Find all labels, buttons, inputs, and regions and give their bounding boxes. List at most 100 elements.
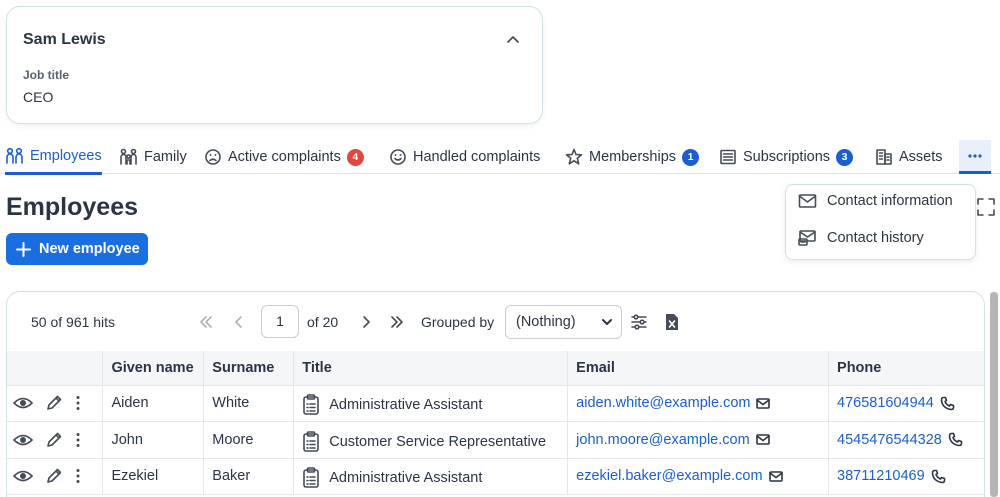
tab-subscriptions[interactable]: Subscriptions 3 (719, 140, 854, 174)
title-cell: Administrative Assistant (293, 385, 569, 422)
tab-family[interactable]: Family (119, 140, 187, 174)
title-cell: Customer Service Representative (293, 421, 569, 459)
group-by-select[interactable]: (Nothing) (505, 305, 622, 339)
tab-label: Memberships (589, 149, 677, 165)
phone-icon[interactable] (940, 396, 955, 411)
more-vertical-icon[interactable] (75, 395, 81, 411)
table-row[interactable]: Ezekiel Baker Administrative Assistant e… (7, 458, 984, 495)
chevron-down-icon (601, 316, 613, 328)
title-text: Customer Service Representative (329, 433, 547, 450)
phone-link[interactable]: 4545476544328 (837, 432, 942, 448)
phone-cell: 4545476544328 (828, 421, 984, 459)
tab-assets[interactable]: Assets (875, 140, 943, 174)
row-actions (7, 458, 104, 495)
column-header-title[interactable]: Title (293, 351, 569, 386)
edit-pencil-icon[interactable] (45, 467, 63, 485)
given-name-cell: Ezekiel (102, 458, 205, 495)
column-header-phone[interactable]: Phone (828, 351, 984, 386)
view-eye-icon[interactable] (13, 433, 33, 447)
title-cell: Administrative Assistant (293, 458, 569, 495)
next-page-icon[interactable] (358, 314, 374, 330)
phone-cell: 38711210469 (828, 458, 984, 495)
subscriptions-count-badge: 3 (836, 148, 854, 166)
surname-cell: Baker (203, 458, 295, 495)
email-link[interactable]: john.moore@example.com (576, 432, 750, 448)
employees-table: Given name Surname Title Email Phone Aid… (7, 351, 984, 495)
phone-icon[interactable] (931, 469, 946, 484)
job-title-value: CEO (23, 89, 54, 105)
tab-active-complaints[interactable]: Active complaints 4 (204, 140, 364, 174)
envelope-icon (798, 193, 817, 209)
newspaper-icon (719, 148, 737, 166)
menu-item-contact-history[interactable]: Contact history (798, 229, 924, 247)
ellipsis-icon (967, 153, 983, 159)
edit-pencil-icon[interactable] (45, 394, 63, 412)
row-actions (7, 385, 104, 422)
email-cell: john.moore@example.com (567, 421, 830, 459)
more-vertical-icon[interactable] (75, 432, 81, 448)
last-page-icon[interactable] (389, 314, 405, 330)
family-icon (119, 148, 138, 166)
total-pages: of 20 (307, 314, 339, 330)
surname-cell: Moore (203, 421, 295, 459)
email-cell: aiden.white@example.com (567, 385, 830, 422)
phone-link[interactable]: 476581604944 (837, 395, 934, 411)
view-eye-icon[interactable] (13, 396, 33, 410)
profile-card: Sam Lewis Job title CEO (6, 6, 543, 124)
tab-handled-complaints[interactable]: Handled complaints (389, 140, 540, 174)
chevron-up-icon[interactable] (506, 33, 520, 47)
envelope-icon[interactable] (768, 470, 783, 482)
fullscreen-icon[interactable] (976, 197, 996, 217)
grouped-by-label: Grouped by (421, 314, 495, 330)
tab-bar: Employees Family Active complaints 4 Han… (0, 140, 1000, 175)
title-text: Administrative Assistant (329, 470, 483, 487)
envelope-icon[interactable] (755, 434, 770, 446)
hits-count: 50 of 961 hits (31, 314, 116, 330)
actions-column-header (7, 351, 104, 386)
tab-memberships[interactable]: Memberships 1 (565, 140, 700, 174)
new-employee-label: New employee (39, 241, 140, 257)
table-row[interactable]: Aiden White Administrative Assistant aid… (7, 385, 984, 422)
edit-pencil-icon[interactable] (45, 431, 63, 449)
previous-page-icon[interactable] (231, 314, 247, 330)
menu-item-label: Contact history (827, 230, 924, 246)
menu-item-contact-information[interactable]: Contact information (798, 193, 953, 209)
page-title: Employees (6, 193, 139, 221)
first-page-icon[interactable] (198, 314, 214, 330)
profile-name: Sam Lewis (23, 31, 106, 48)
envelope-icon[interactable] (756, 397, 771, 409)
tab-label: Assets (899, 149, 943, 165)
memberships-count-badge: 1 (682, 148, 700, 166)
frown-icon (204, 148, 222, 166)
tab-employees[interactable]: Employees (5, 140, 102, 175)
contact-history-icon (798, 229, 817, 247)
tab-label: Subscriptions (743, 149, 831, 165)
phone-link[interactable]: 38711210469 (837, 468, 925, 484)
view-eye-icon[interactable] (13, 469, 33, 483)
column-header-surname[interactable]: Surname (203, 351, 295, 386)
more-tabs-button[interactable] (959, 140, 991, 174)
tab-label: Handled complaints (413, 149, 541, 165)
scrollbar-thumb[interactable] (990, 292, 998, 497)
excel-export-icon[interactable] (664, 313, 680, 331)
given-name-cell: John (102, 421, 205, 459)
given-name-cell: Aiden (102, 385, 205, 422)
complaints-count-badge: 4 (346, 148, 364, 166)
email-link[interactable]: ezekiel.baker@example.com (576, 468, 762, 484)
column-header-email[interactable]: Email (567, 351, 830, 386)
employees-icon (5, 147, 24, 165)
phone-icon[interactable] (948, 432, 963, 447)
surname-cell: White (203, 385, 295, 422)
employees-grid: 50 of 961 hits 1 of 20 Grouped by (Nothi… (6, 291, 985, 497)
phone-cell: 476581604944 (828, 385, 984, 422)
email-link[interactable]: aiden.white@example.com (576, 395, 750, 411)
column-header-given-name[interactable]: Given name (102, 351, 205, 386)
filter-settings-icon[interactable] (630, 313, 648, 331)
new-employee-button[interactable]: New employee (6, 233, 148, 265)
page-number-input[interactable]: 1 (261, 305, 299, 338)
plus-icon (16, 241, 31, 257)
clipboard-icon (302, 394, 320, 416)
more-menu: Contact information Contact history (785, 184, 976, 260)
more-vertical-icon[interactable] (75, 468, 81, 484)
table-row[interactable]: John Moore Customer Service Representati… (7, 421, 984, 459)
